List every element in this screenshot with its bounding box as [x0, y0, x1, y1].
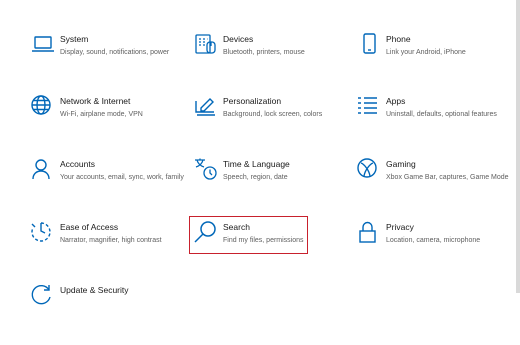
tile-description: Link your Android, iPhone — [386, 49, 466, 56]
globe-icon — [30, 94, 56, 120]
tile-description: Your accounts, email, sync, work, family — [60, 174, 184, 181]
ease-of-access-icon — [30, 220, 56, 246]
tile-title: Time & Language — [223, 159, 290, 169]
phone-icon — [356, 32, 382, 58]
settings-tile-personalization[interactable]: Personalization Background, lock screen,… — [193, 94, 353, 156]
laptop-icon — [30, 32, 56, 58]
person-icon — [30, 157, 56, 183]
settings-tile-time-language[interactable]: Time & Language Speech, region, date — [193, 157, 353, 219]
tile-description: Location, camera, microphone — [386, 237, 481, 244]
tile-title: Accounts — [60, 159, 95, 169]
tile-description: Wi-Fi, airplane mode, VPN — [60, 111, 143, 118]
apps-list-icon — [356, 94, 382, 120]
settings-tile-network[interactable]: Network & Internet Wi-Fi, airplane mode,… — [30, 94, 190, 156]
settings-tile-phone[interactable]: Phone Link your Android, iPhone — [356, 32, 516, 94]
settings-tile-gaming[interactable]: Gaming Xbox Game Bar, captures, Game Mod… — [356, 157, 516, 219]
tile-title: Gaming — [386, 159, 416, 169]
settings-tile-apps[interactable]: Apps Uninstall, defaults, optional featu… — [356, 94, 516, 156]
tile-title: Network & Internet — [60, 96, 131, 106]
settings-tile-accounts[interactable]: Accounts Your accounts, email, sync, wor… — [30, 157, 190, 219]
tile-title: Personalization — [223, 96, 282, 106]
tile-title: Update & Security — [60, 285, 129, 295]
selected-tile-highlight — [189, 216, 308, 254]
tile-description: Display, sound, notifications, power — [60, 49, 170, 56]
scrollbar[interactable] — [516, 0, 520, 293]
settings-tile-update-security[interactable]: Update & Security — [30, 283, 190, 345]
tile-description: Uninstall, defaults, optional features — [386, 111, 497, 118]
tile-title: Apps — [386, 96, 406, 106]
tile-title: System — [60, 34, 89, 44]
tile-description: Bluetooth, printers, mouse — [223, 49, 305, 56]
settings-tile-devices[interactable]: Devices Bluetooth, printers, mouse — [193, 32, 353, 94]
xbox-icon — [356, 157, 382, 183]
settings-tile-privacy[interactable]: Privacy Location, camera, microphone — [356, 220, 516, 282]
pen-tablet-icon — [193, 94, 219, 120]
tile-title: Privacy — [386, 222, 414, 232]
tile-description: Speech, region, date — [223, 174, 288, 181]
keyboard-icon — [193, 32, 219, 58]
settings-tile-system[interactable]: System Display, sound, notifications, po… — [30, 32, 190, 94]
update-icon — [30, 283, 56, 309]
settings-tile-ease-of-access[interactable]: Ease of Access Narrator, magnifier, high… — [30, 220, 190, 282]
tile-title: Ease of Access — [60, 222, 119, 232]
tile-title: Phone — [386, 34, 411, 44]
tile-title: Devices — [223, 34, 254, 44]
time-language-icon — [193, 157, 219, 183]
tile-description: Narrator, magnifier, high contrast — [60, 237, 162, 244]
lock-icon — [356, 220, 382, 246]
tile-description: Background, lock screen, colors — [223, 111, 323, 118]
tile-description: Xbox Game Bar, captures, Game Mode — [386, 174, 509, 181]
